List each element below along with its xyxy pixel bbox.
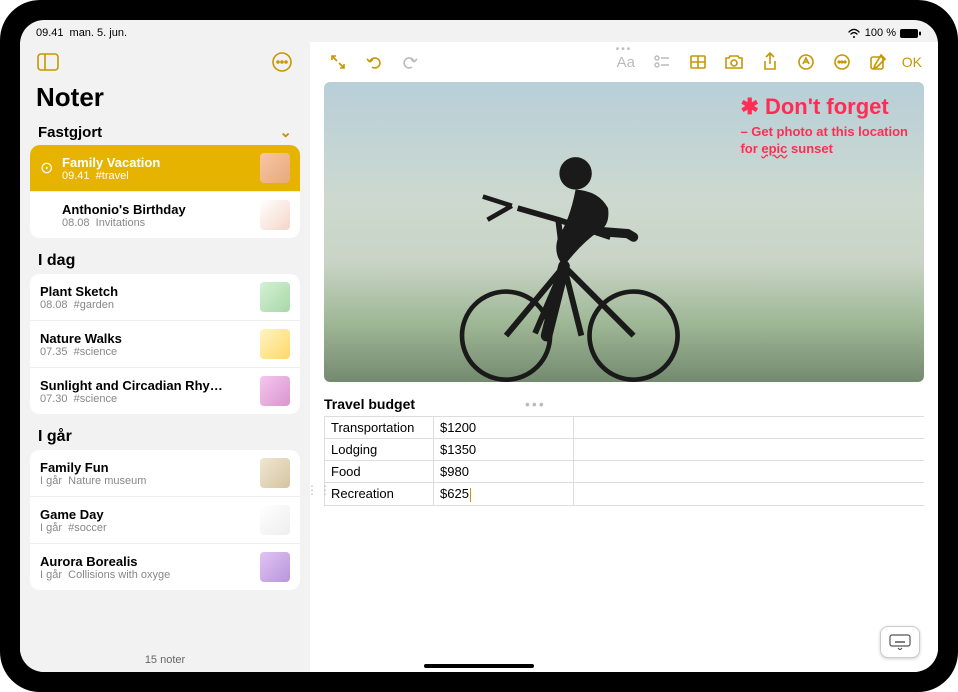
status-bar: 09.41 man. 5. jun. 100 % — [20, 20, 938, 42]
note-thumbnail — [260, 153, 290, 183]
note-item-anthonios-birthday[interactable]: Anthonio's Birthday 08.08 Invitations — [30, 192, 300, 238]
window-drag-handle[interactable]: ••• — [616, 44, 633, 55]
section-pinned-header[interactable]: Fastgjort ⌄ — [30, 117, 300, 145]
cyclist-silhouette — [414, 127, 714, 382]
sidebar-toggle-button[interactable] — [34, 48, 62, 76]
home-indicator[interactable] — [424, 664, 534, 668]
note-title: Sunlight and Circadian Rhy… — [40, 378, 252, 393]
note-item-game-day[interactable]: Game Day I går #soccer — [30, 497, 300, 544]
share-button[interactable] — [754, 48, 786, 76]
compose-button[interactable] — [862, 48, 894, 76]
note-thumbnail — [260, 552, 290, 582]
sidebar-title: Noter — [20, 82, 310, 117]
camera-button[interactable] — [718, 48, 750, 76]
note-title: Game Day — [40, 507, 252, 522]
note-image[interactable]: ✱ Don't forget – Get photo at this locat… — [324, 82, 924, 382]
undo-button[interactable] — [358, 48, 390, 76]
redo-button[interactable] — [394, 48, 426, 76]
status-time: 09.41 — [36, 27, 64, 39]
note-thumbnail — [260, 458, 290, 488]
section-today-header: I dag — [30, 242, 300, 274]
note-title: Nature Walks — [40, 331, 252, 346]
more-button[interactable] — [826, 48, 858, 76]
note-item-nature-walks[interactable]: Nature Walks 07.35 #science — [30, 321, 300, 368]
budget-section: Travel budget ••• Transportation $1200 L… — [324, 396, 924, 506]
table-row[interactable]: Transportation $1200 — [324, 416, 924, 439]
note-item-plant-sketch[interactable]: Plant Sketch 08.08 #garden — [30, 274, 300, 321]
note-title: Plant Sketch — [40, 284, 252, 299]
note-editor: ••• Aa OK — [310, 42, 938, 672]
done-button[interactable]: OK — [898, 54, 926, 70]
table-row[interactable]: Lodging $1350 — [324, 439, 924, 461]
table-button[interactable] — [682, 48, 714, 76]
battery-icon — [900, 27, 922, 39]
note-item-sunlight[interactable]: Sunlight and Circadian Rhy… 07.30 #scien… — [30, 368, 300, 414]
chevron-down-icon: ⌄ — [279, 123, 292, 141]
sidebar: Noter Fastgjort ⌄ ⊙ Family Vacation 09.4… — [20, 42, 310, 672]
note-thumbnail — [260, 282, 290, 312]
note-body[interactable]: ✱ Don't forget – Get photo at this locat… — [310, 82, 938, 672]
note-item-aurora-borealis[interactable]: Aurora Borealis I går Collisions with ox… — [30, 544, 300, 590]
text-caret — [470, 488, 471, 502]
table-row[interactable]: Food $980 — [324, 461, 924, 483]
note-item-family-fun[interactable]: Family Fun I går Nature museum — [30, 450, 300, 497]
table-row[interactable]: ⋮⋮ Recreation $625 — [324, 483, 924, 506]
note-thumbnail — [260, 329, 290, 359]
pin-icon: ⊙ — [40, 158, 54, 178]
handwriting-annotation: ✱ Don't forget – Get photo at this locat… — [740, 94, 908, 158]
section-yesterday-header: I går — [30, 418, 300, 450]
note-title: Aurora Borealis — [40, 554, 252, 569]
sidebar-footer: 15 noter — [20, 634, 310, 666]
note-title: Family Fun — [40, 460, 252, 475]
fullscreen-button[interactable] — [322, 48, 354, 76]
checklist-button[interactable] — [646, 48, 678, 76]
status-date: man. 5. jun. — [70, 27, 127, 39]
battery-text: 100 % — [865, 27, 896, 39]
budget-table[interactable]: Transportation $1200 Lodging $1350 Food … — [324, 416, 924, 506]
more-options-button[interactable] — [268, 48, 296, 76]
note-thumbnail — [260, 200, 290, 230]
note-thumbnail — [260, 376, 290, 406]
note-title: Anthonio's Birthday — [62, 202, 252, 217]
note-title: Family Vacation — [62, 155, 252, 170]
budget-title: Travel budget — [324, 396, 415, 412]
markup-button[interactable] — [790, 48, 822, 76]
keyboard-button[interactable] — [880, 626, 920, 658]
wifi-icon — [847, 27, 861, 39]
note-thumbnail — [260, 505, 290, 535]
note-item-family-vacation[interactable]: ⊙ Family Vacation 09.41 #travel — [30, 145, 300, 192]
column-handle[interactable]: ••• — [525, 396, 546, 412]
row-handle[interactable]: ⋮⋮ — [310, 483, 332, 497]
